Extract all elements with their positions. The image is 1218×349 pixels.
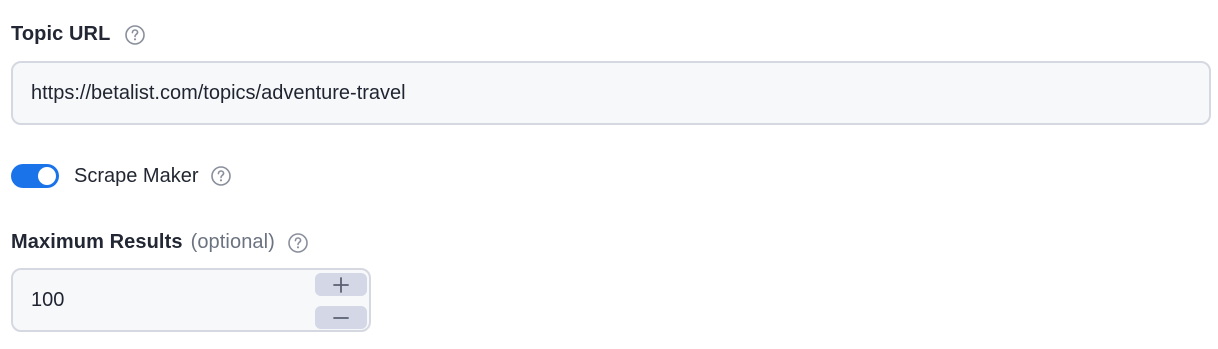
scrape-maker-row: Scrape Maker [11,162,232,190]
topic-url-label: Topic URL [11,23,111,45]
scrape-maker-label: Scrape Maker [74,164,199,187]
maximum-results-help-icon[interactable] [287,232,309,254]
maximum-results-field [11,268,371,332]
decrement-button[interactable] [315,306,367,329]
topic-url-label-row: Topic URL [11,23,146,46]
maximum-results-label-row: Maximum Results (optional) [11,231,309,254]
toggle-knob [38,167,56,185]
optional-hint: (optional) [190,231,275,253]
increment-button[interactable] [315,273,367,296]
maximum-results-input[interactable] [13,270,303,330]
scrape-maker-toggle[interactable] [11,164,59,188]
maximum-results-label: Maximum Results [11,231,183,253]
plus-icon [333,276,349,293]
minus-icon [333,316,349,319]
topic-url-help-icon[interactable] [124,24,146,46]
topic-url-input[interactable] [11,61,1211,125]
scrape-maker-help-icon[interactable] [210,165,232,187]
